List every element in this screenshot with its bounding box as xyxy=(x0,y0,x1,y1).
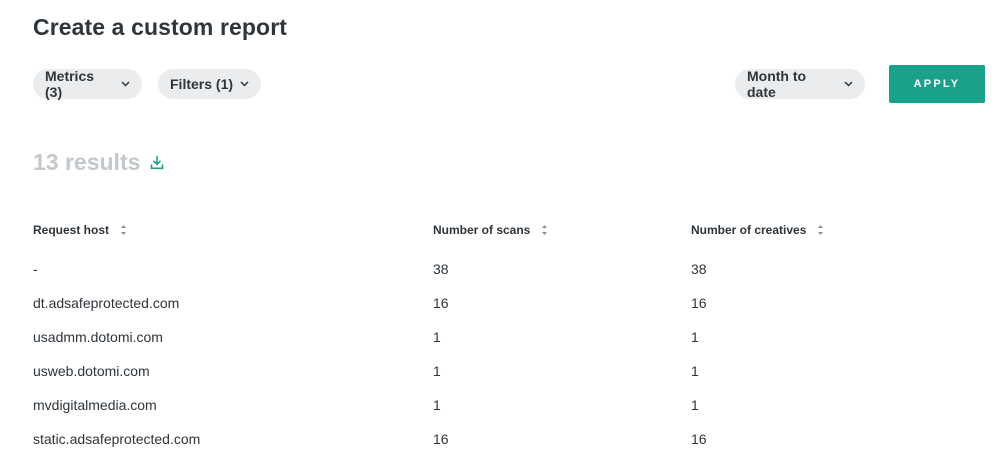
column-header-label: Request host xyxy=(33,223,110,237)
scans-cell: 38 xyxy=(433,261,449,277)
sort-icon xyxy=(817,224,824,236)
metrics-dropdown[interactable]: Metrics (3) xyxy=(33,68,142,100)
filters-dropdown[interactable]: Filters (1) xyxy=(158,69,261,99)
creatives-cell: 1 xyxy=(691,329,699,345)
filters-dropdown-label: Filters (1) xyxy=(170,76,234,92)
results-summary: 13 results xyxy=(33,149,164,176)
column-header-request-host[interactable]: Request host xyxy=(33,223,127,237)
creatives-cell: 38 xyxy=(691,261,707,277)
table-row: usweb.dotomi.com 1 1 xyxy=(0,362,1001,396)
request-host-cell: mvdigitalmedia.com xyxy=(33,397,157,413)
table-row: mvdigitalmedia.com 1 1 xyxy=(0,396,1001,430)
download-icon[interactable] xyxy=(150,155,164,170)
scans-cell: 16 xyxy=(433,431,449,447)
date-range-dropdown[interactable]: Month to date xyxy=(735,68,865,100)
column-header-label: Number of scans xyxy=(433,223,531,237)
chevron-down-icon xyxy=(844,81,853,87)
table-row: dt.adsafeprotected.com 16 16 xyxy=(0,294,1001,328)
request-host-cell: dt.adsafeprotected.com xyxy=(33,295,180,311)
apply-button[interactable]: APPLY xyxy=(889,65,985,103)
page-title: Create a custom report xyxy=(33,14,287,40)
scans-cell: 1 xyxy=(433,363,441,379)
creatives-cell: 1 xyxy=(691,363,699,379)
column-header-label: Number of creatives xyxy=(691,223,807,237)
scans-cell: 1 xyxy=(433,397,441,413)
column-header-number-of-scans[interactable]: Number of scans xyxy=(433,223,548,237)
date-range-label: Month to date xyxy=(747,68,807,100)
sort-icon xyxy=(541,224,548,236)
request-host-cell: usadmm.dotomi.com xyxy=(33,329,163,345)
creatives-cell: 16 xyxy=(691,295,707,311)
scans-cell: 1 xyxy=(433,329,441,345)
scans-cell: 16 xyxy=(433,295,449,311)
metrics-dropdown-label: Metrics (3) xyxy=(45,68,95,100)
table-row: - 38 38 xyxy=(0,260,1001,294)
results-count: 13 results xyxy=(33,149,141,175)
creatives-cell: 1 xyxy=(691,397,699,413)
chevron-down-icon xyxy=(121,81,130,87)
request-host-cell: - xyxy=(33,261,38,277)
request-host-cell: usweb.dotomi.com xyxy=(33,363,150,379)
table-row: usadmm.dotomi.com 1 1 xyxy=(0,328,1001,362)
creatives-cell: 16 xyxy=(691,431,707,447)
table-row: static.adsafeprotected.com 16 16 xyxy=(0,430,1001,454)
chevron-down-icon xyxy=(240,81,249,87)
request-host-cell: static.adsafeprotected.com xyxy=(33,431,201,447)
column-header-number-of-creatives[interactable]: Number of creatives xyxy=(691,223,824,237)
sort-icon xyxy=(120,224,127,236)
